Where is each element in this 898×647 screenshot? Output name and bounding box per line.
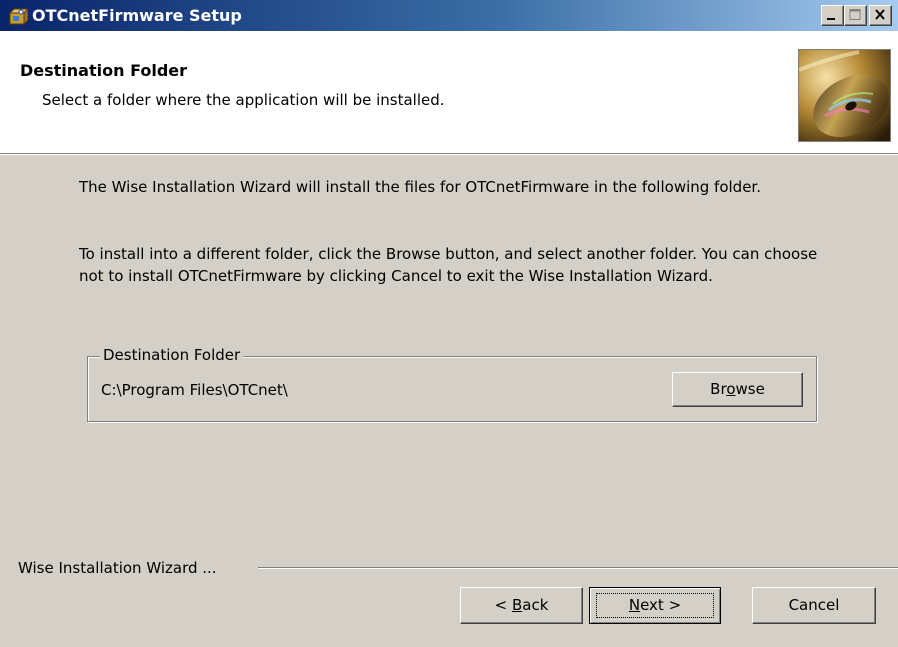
next-label-accel: N [628, 596, 641, 614]
back-label-post: ack [522, 596, 549, 614]
browse-label-pre: Br [710, 380, 727, 398]
close-icon [875, 9, 885, 20]
intro-paragraph: The Wise Installation Wizard will instal… [79, 178, 761, 196]
back-label-pre: < [494, 596, 512, 614]
next-label-post: ext > [640, 596, 682, 614]
destination-folder-label: Destination Folder [100, 346, 244, 364]
footer-divider [258, 567, 898, 569]
minimize-button[interactable] [821, 5, 844, 26]
back-label-accel: B [511, 596, 523, 614]
browse-label-accel: o [726, 380, 736, 398]
header-panel: Destination Folder Select a folder where… [0, 31, 898, 154]
destination-path: C:\Program Files\OTCnet\ [101, 381, 288, 399]
instructions-paragraph: To install into a different folder, clic… [79, 245, 818, 285]
window-title: OTCnetFirmware Setup [32, 6, 242, 25]
page-title: Destination Folder [20, 61, 188, 80]
cancel-button[interactable]: Cancel [752, 587, 876, 624]
title-bar[interactable]: OTCnetFirmware Setup [0, 0, 898, 31]
footer-label: Wise Installation Wizard ... [18, 559, 223, 577]
back-button[interactable]: < Back [460, 587, 583, 624]
minimize-icon [827, 18, 835, 20]
cd-disc-art [798, 49, 891, 142]
browse-label-post: wse [735, 380, 765, 398]
setup-window: OTCnetFirmware Setup Destination Folder [0, 0, 898, 647]
maximize-button[interactable] [844, 5, 867, 26]
next-button[interactable]: Next > [589, 587, 721, 624]
browse-button[interactable]: Browse [672, 372, 803, 407]
page-subtitle: Select a folder where the application wi… [42, 91, 445, 109]
setup-box-icon [8, 6, 30, 26]
close-button[interactable] [869, 5, 892, 26]
maximize-icon [849, 9, 861, 20]
